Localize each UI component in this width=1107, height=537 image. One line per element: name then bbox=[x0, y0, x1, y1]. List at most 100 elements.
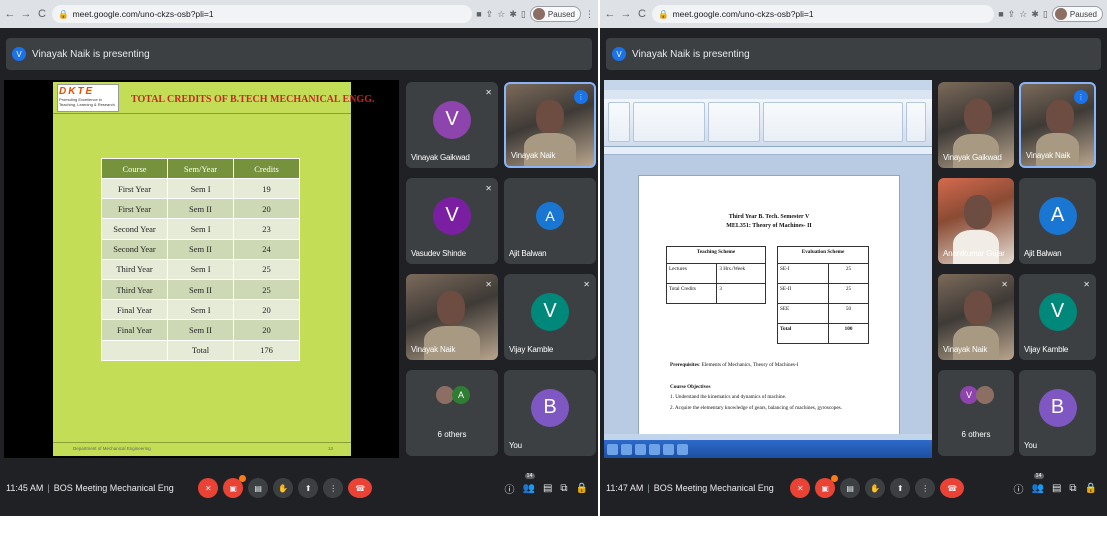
star-icon[interactable]: ☆ bbox=[1019, 9, 1027, 20]
windows-taskbar bbox=[604, 440, 932, 458]
participant-name: Ajit Balwan bbox=[1024, 249, 1062, 258]
tile-vinayak-naik-2[interactable]: ✕ Vinayak Naik bbox=[406, 274, 498, 360]
menu-icon[interactable]: ⋮ bbox=[585, 9, 594, 20]
raise-hand-button[interactable]: ✋ bbox=[273, 478, 294, 498]
table-cell: 20 bbox=[233, 198, 300, 220]
activities-icon[interactable]: ⧉ bbox=[560, 483, 567, 494]
camera-icon[interactable]: ■ bbox=[476, 9, 481, 19]
table-header: Evaluation Scheme bbox=[777, 246, 869, 264]
table-row: Second Year Sem II 24 bbox=[101, 238, 300, 260]
avatar: V bbox=[433, 100, 471, 139]
table-cell: Sem II bbox=[167, 198, 234, 220]
camera-toggle-button[interactable]: ▣ bbox=[815, 475, 839, 498]
table-cell: Total bbox=[776, 323, 830, 344]
tile-vinayak-gaikwad[interactable]: ✕ V Vinayak Gaikwad bbox=[406, 82, 498, 168]
sidepanel-icon[interactable]: ▯ bbox=[1043, 9, 1048, 20]
tile-vinayak-naik-2[interactable]: ✕ Vinayak Naik bbox=[938, 274, 1014, 360]
reload-icon[interactable]: C bbox=[636, 8, 648, 20]
tile-vasudev-shinde[interactable]: ✕ V Vasudev Shinde bbox=[406, 178, 498, 264]
presenter-avatar: V bbox=[12, 47, 26, 61]
participant-name: Vinayak Naik bbox=[1026, 151, 1071, 160]
profile-avatar bbox=[1054, 8, 1067, 20]
table-cell: Second Year bbox=[101, 238, 168, 260]
tile-vinayak-naik[interactable]: ⋮ Vinayak Naik bbox=[504, 82, 596, 168]
table-total-row: Total 176 bbox=[101, 339, 300, 361]
leave-call-button[interactable]: ☎ bbox=[940, 478, 965, 498]
table-cell: Sem II bbox=[167, 278, 234, 301]
tile-others[interactable]: A 6 others bbox=[406, 370, 498, 456]
forward-icon[interactable]: → bbox=[620, 8, 632, 20]
table-cell: 100 bbox=[828, 323, 869, 344]
address-bar[interactable]: 🔒 meet.google.com/uno-ckzs-osb?pli=1 bbox=[652, 5, 995, 23]
tile-ajit-balwan[interactable]: A Ajit Balwan bbox=[504, 178, 596, 264]
tile-vijay-kamble[interactable]: ✕ V Vijay Kamble bbox=[1019, 274, 1096, 360]
camera-toggle-button[interactable]: ▣ bbox=[223, 475, 247, 498]
mic-toggle-button[interactable]: ✕ bbox=[198, 478, 219, 498]
people-count: 14 bbox=[524, 472, 535, 479]
captions-button[interactable]: ▤ bbox=[248, 478, 269, 498]
activities-icon[interactable]: ⧉ bbox=[1069, 483, 1076, 494]
present-button[interactable]: ⬆ bbox=[890, 478, 911, 498]
present-button[interactable]: ⬆ bbox=[298, 478, 319, 498]
people-icon[interactable]: 👥 14 bbox=[523, 472, 535, 494]
word-title-bar bbox=[604, 80, 932, 90]
people-icon[interactable]: 👥 14 bbox=[1032, 472, 1044, 494]
more-options-button[interactable]: ⋮ bbox=[323, 478, 344, 498]
host-controls-icon[interactable]: 🔒 bbox=[576, 483, 588, 494]
presenter-text: Vinayak Naik is presenting bbox=[32, 48, 150, 60]
chat-icon[interactable]: ▤ bbox=[543, 483, 552, 494]
back-icon[interactable]: ← bbox=[4, 8, 16, 20]
host-controls-icon[interactable]: 🔒 bbox=[1085, 483, 1097, 494]
table-cell: Sem I bbox=[167, 218, 234, 240]
share-icon[interactable]: ⇪ bbox=[1008, 9, 1016, 20]
tile-you[interactable]: B You bbox=[504, 370, 596, 456]
video-feed bbox=[963, 99, 992, 134]
tile-ajit-balwan[interactable]: A Ajit Balwan bbox=[1019, 178, 1096, 264]
address-bar[interactable]: 🔒 meet.google.com/uno-ckzs-osb?pli=1 bbox=[52, 5, 473, 23]
mic-toggle-button[interactable]: ✕ bbox=[790, 478, 811, 498]
info-icon[interactable]: ⓘ bbox=[505, 481, 515, 496]
camera-icon[interactable]: ■ bbox=[998, 9, 1003, 19]
extensions-icon[interactable]: ✱ bbox=[1031, 9, 1039, 20]
sidepanel-icon[interactable]: ▯ bbox=[521, 9, 526, 20]
table-cell: 23 bbox=[233, 218, 300, 240]
word-ruler bbox=[604, 147, 932, 155]
table-cell: Third Year bbox=[101, 258, 168, 280]
word-document-share: Third Year B. Tech. Semester V MEL351: T… bbox=[604, 80, 932, 458]
raise-hand-button[interactable]: ✋ bbox=[865, 478, 886, 498]
reload-icon[interactable]: C bbox=[36, 8, 48, 20]
profile-paused-button[interactable]: Paused bbox=[1051, 6, 1103, 22]
leave-call-button[interactable]: ☎ bbox=[348, 478, 373, 498]
warning-icon bbox=[831, 475, 839, 482]
profile-paused-button[interactable]: Paused bbox=[529, 6, 581, 22]
mic-off-icon: ✕ bbox=[485, 88, 492, 97]
taskbar-app-icon bbox=[621, 443, 632, 455]
credits-table: Course Sem/Year Credits First Year Sem I1… bbox=[101, 158, 300, 361]
tile-vinayak-naik[interactable]: ⋮ Vinayak Naik bbox=[1019, 82, 1096, 168]
tile-anantkumar-gujar[interactable]: Anantkumar Gujar bbox=[938, 178, 1014, 264]
header-sem-year: Sem/Year bbox=[167, 158, 234, 179]
tile-vijay-kamble[interactable]: ✕ V Vijay Kamble bbox=[504, 274, 596, 360]
tile-you[interactable]: B You bbox=[1019, 370, 1096, 456]
table-row: First Year Sem I 19 bbox=[101, 177, 300, 200]
objectives-heading: Course Objectives bbox=[670, 384, 711, 390]
avatar: A bbox=[536, 201, 564, 230]
others-label: 6 others bbox=[961, 430, 991, 439]
info-icon[interactable]: ⓘ bbox=[1014, 481, 1024, 496]
extensions-icon[interactable]: ✱ bbox=[509, 9, 517, 20]
tile-others[interactable]: V 6 others bbox=[938, 370, 1014, 456]
tile-vinayak-gaikwad[interactable]: Vinayak Gaikwad bbox=[938, 82, 1014, 168]
taskbar-app-icon bbox=[635, 443, 646, 455]
participant-name: Vinayak Gaikwad bbox=[411, 153, 470, 162]
forward-icon[interactable]: → bbox=[20, 8, 32, 20]
video-feed bbox=[1045, 100, 1074, 135]
share-icon[interactable]: ⇪ bbox=[486, 9, 494, 20]
star-icon[interactable]: ☆ bbox=[497, 9, 505, 20]
table-header: Teaching Scheme bbox=[666, 246, 766, 264]
meeting-name: BOS Meeting Mechanical Engineering-202..… bbox=[653, 483, 774, 493]
back-icon[interactable]: ← bbox=[604, 8, 616, 20]
avatar: A bbox=[1038, 196, 1077, 235]
chat-icon[interactable]: ▤ bbox=[1052, 483, 1061, 494]
captions-button[interactable]: ▤ bbox=[840, 478, 861, 498]
more-options-button[interactable]: ⋮ bbox=[915, 478, 936, 498]
